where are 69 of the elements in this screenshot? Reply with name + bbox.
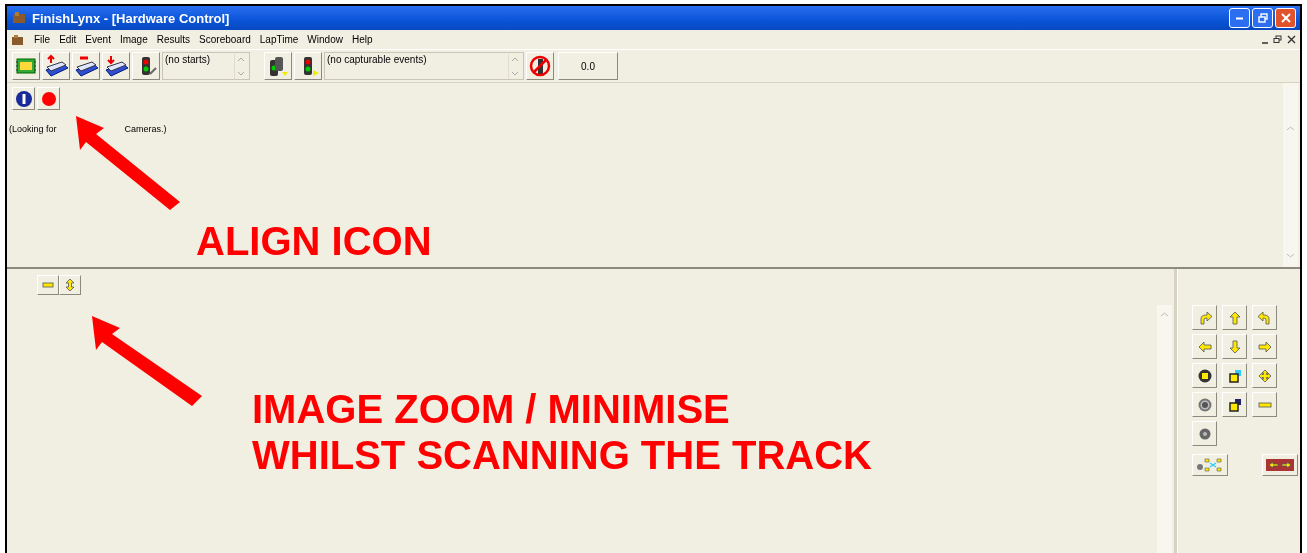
record-icon bbox=[39, 89, 58, 108]
gear-icon bbox=[1197, 426, 1212, 441]
status-text: (Looking for bbox=[9, 124, 57, 134]
toolbar-button[interactable] bbox=[72, 52, 100, 80]
fit-button[interactable] bbox=[1192, 454, 1228, 476]
target-icon bbox=[1197, 397, 1212, 412]
toolbar-button[interactable] bbox=[42, 52, 70, 80]
minus-icon bbox=[41, 280, 55, 290]
window-title: FinishLynx - [Hardware Control] bbox=[32, 10, 231, 26]
annotation-caption: WHILST SCANNING THE TRACK bbox=[252, 432, 872, 478]
toolbar-button[interactable] bbox=[294, 52, 322, 80]
menu-item[interactable]: Event bbox=[85, 34, 111, 45]
hardware-button[interactable] bbox=[12, 52, 40, 80]
tray-icon bbox=[43, 54, 69, 78]
menu-item[interactable]: Help bbox=[351, 34, 373, 45]
restore-icon bbox=[1257, 13, 1268, 23]
minimize-icon bbox=[1236, 16, 1243, 20]
restore-icon bbox=[1273, 35, 1282, 44]
zoom-in-button[interactable] bbox=[59, 275, 81, 295]
app-icon bbox=[11, 11, 27, 25]
starts-field[interactable]: (no starts) bbox=[162, 52, 250, 80]
menu-item[interactable]: Image bbox=[119, 34, 148, 45]
expand-arrows-icon bbox=[1195, 457, 1225, 473]
menu-item[interactable]: File bbox=[34, 34, 51, 45]
info-button[interactable] bbox=[12, 87, 35, 110]
menu-item[interactable]: Window bbox=[307, 34, 343, 45]
overlapping-squares-icon bbox=[1227, 368, 1242, 383]
scrollbar[interactable] bbox=[1157, 305, 1172, 553]
view-button[interactable] bbox=[1192, 392, 1217, 417]
minimize-icon bbox=[1262, 42, 1268, 44]
prohibited-sign-icon bbox=[528, 54, 552, 78]
menu-item[interactable]: Results bbox=[156, 34, 191, 45]
menu-item[interactable]: Edit bbox=[59, 34, 77, 45]
split-button[interactable] bbox=[1262, 454, 1298, 476]
toolbar-button[interactable] bbox=[264, 52, 292, 80]
cross-arrows-icon bbox=[1257, 368, 1272, 383]
annotation-caption: ALIGN ICON bbox=[196, 218, 432, 264]
curved-arrow-icon bbox=[1197, 310, 1212, 325]
close-icon bbox=[1280, 13, 1291, 23]
menu-item[interactable]: LapTime bbox=[259, 34, 299, 45]
toolbar-button[interactable] bbox=[132, 52, 160, 80]
info-icon bbox=[14, 89, 33, 108]
right-arrow-icon bbox=[1257, 339, 1272, 354]
status-text: Cameras.) bbox=[124, 124, 167, 134]
events-field[interactable]: (no capturable events) bbox=[324, 52, 524, 80]
toolbar-button[interactable] bbox=[526, 52, 554, 80]
down-arrow-icon bbox=[1227, 339, 1242, 354]
minimize-button[interactable] bbox=[1229, 8, 1250, 28]
toolbar-button[interactable] bbox=[102, 52, 130, 80]
close-button[interactable] bbox=[1275, 8, 1296, 28]
curved-arrow-icon bbox=[1257, 310, 1272, 325]
left-arrow-icon bbox=[1197, 339, 1212, 354]
view-button[interactable] bbox=[1222, 363, 1247, 388]
zoom-out-button[interactable] bbox=[37, 275, 59, 295]
square-in-circle-icon bbox=[1197, 368, 1212, 383]
overlapping-squares-icon bbox=[1227, 397, 1242, 412]
time-button[interactable]: 0.0 bbox=[558, 52, 618, 80]
view-button[interactable] bbox=[1192, 363, 1217, 388]
restore-button[interactable] bbox=[1252, 8, 1273, 28]
scrollbar[interactable] bbox=[1283, 83, 1298, 267]
tray-icon bbox=[103, 54, 129, 78]
app-icon bbox=[11, 33, 25, 46]
up-arrow-icon bbox=[1227, 310, 1242, 325]
annotation-caption: IMAGE ZOOM / MINIMISE bbox=[252, 386, 730, 432]
close-icon bbox=[1287, 35, 1296, 44]
menu-item[interactable]: Scoreboard bbox=[199, 34, 251, 45]
record-button[interactable] bbox=[37, 87, 60, 110]
tray-icon bbox=[73, 54, 99, 78]
view-button[interactable] bbox=[1222, 392, 1247, 417]
